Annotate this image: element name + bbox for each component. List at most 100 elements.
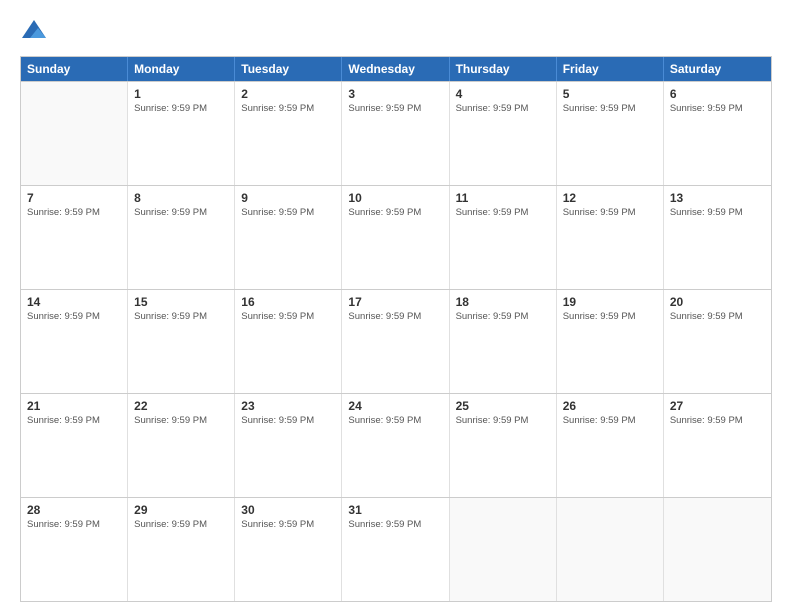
day-number: 16 <box>241 295 335 309</box>
calendar-header-row: SundayMondayTuesdayWednesdayThursdayFrid… <box>21 57 771 81</box>
day-number: 13 <box>670 191 765 205</box>
day-sunrise: Sunrise: 9:59 PM <box>456 207 550 218</box>
calendar-week-1: 1 Sunrise: 9:59 PM 2 Sunrise: 9:59 PM 3 Sunri… <box>21 81 771 185</box>
calendar-cell: 6Sunrise: 9:59 PM <box>664 82 771 185</box>
day-sunrise: Sunrise: 9:59 PM <box>670 415 765 426</box>
day-number: 7 <box>27 191 121 205</box>
calendar-cell: 11 Sunrise: 9:59 PM <box>450 186 557 289</box>
calendar-cell: 4 Sunrise: 9:59 PM <box>450 82 557 185</box>
calendar-cell: 14 Sunrise: 9:59 PM <box>21 290 128 393</box>
day-sunrise: Sunrise: 9:59 PM <box>670 103 765 114</box>
calendar-cell: 13 Sunrise: 9:59 PM <box>664 186 771 289</box>
calendar-cell: 22 Sunrise: 9:59 PM <box>128 394 235 497</box>
calendar-cell: 2 Sunrise: 9:59 PM <box>235 82 342 185</box>
calendar-header-cell: Friday <box>557 57 664 81</box>
calendar-cell: 8 Sunrise: 9:59 PM <box>128 186 235 289</box>
calendar-header-cell: Tuesday <box>235 57 342 81</box>
day-number: 8 <box>134 191 228 205</box>
day-number: 1 <box>134 87 228 101</box>
day-sunrise: Sunrise: 9:59 PM <box>134 103 228 114</box>
day-sunrise: Sunrise: 9:59 PM <box>27 311 121 322</box>
day-sunrise: Sunrise: 9:59 PM <box>241 519 335 530</box>
header <box>20 18 772 46</box>
calendar-cell: 30 Sunrise: 9:59 PM <box>235 498 342 601</box>
day-sunrise: Sunrise: 9:59 PM <box>134 207 228 218</box>
calendar-week-4: 21Sunrise: 9:59 PM22Sunrise: 9:59 PM23Su… <box>21 393 771 497</box>
day-number: 2 <box>241 87 335 101</box>
calendar-cell: 24 Sunrise: 9:59 PM <box>342 394 449 497</box>
day-sunrise: Sunrise: 9:59 PM <box>563 311 657 322</box>
calendar-header-cell: Monday <box>128 57 235 81</box>
day-sunrise: Sunrise: 9:59 PM <box>563 415 657 426</box>
day-number: 23 <box>241 399 335 413</box>
day-number: 20 <box>670 295 765 309</box>
day-number: 12 <box>563 191 657 205</box>
day-number: 31 <box>348 503 442 517</box>
calendar-cell <box>557 498 664 601</box>
day-number: 24 <box>348 399 442 413</box>
calendar-cell: 29Sunrise: 9:59 PM <box>128 498 235 601</box>
calendar-cell <box>450 498 557 601</box>
day-number: 17 <box>348 295 442 309</box>
calendar-cell: 10Sunrise: 9:59 PM <box>342 186 449 289</box>
day-sunrise: Sunrise: 9:59 PM <box>27 207 121 218</box>
day-number: 19 <box>563 295 657 309</box>
day-sunrise: Sunrise: 9:59 PM <box>563 103 657 114</box>
day-sunrise: Sunrise: 9:59 PM <box>134 519 228 530</box>
day-sunrise: Sunrise: 9:59 PM <box>670 207 765 218</box>
calendar-cell: 28 Sunrise: 9:59 PM <box>21 498 128 601</box>
day-sunrise: Sunrise: 9:59 PM <box>348 103 442 114</box>
page: SundayMondayTuesdayWednesdayThursdayFrid… <box>0 0 792 612</box>
calendar-header-cell: Thursday <box>450 57 557 81</box>
calendar-cell: 15Sunrise: 9:59 PM <box>128 290 235 393</box>
day-sunrise: Sunrise: 9:59 PM <box>348 311 442 322</box>
day-sunrise: Sunrise: 9:59 PM <box>456 415 550 426</box>
day-sunrise: Sunrise: 9:59 PM <box>134 311 228 322</box>
day-number: 21 <box>27 399 121 413</box>
calendar-cell: 7 Sunrise: 9:59 PM <box>21 186 128 289</box>
calendar: SundayMondayTuesdayWednesdayThursdayFrid… <box>20 56 772 602</box>
day-number: 30 <box>241 503 335 517</box>
calendar-cell: 12Sunrise: 9:59 PM <box>557 186 664 289</box>
calendar-cell: 17 Sunrise: 9:59 PM <box>342 290 449 393</box>
day-sunrise: Sunrise: 9:59 PM <box>241 103 335 114</box>
day-number: 4 <box>456 87 550 101</box>
day-sunrise: Sunrise: 9:59 PM <box>27 519 121 530</box>
calendar-cell: 16 Sunrise: 9:59 PM <box>235 290 342 393</box>
day-sunrise: Sunrise: 9:59 PM <box>456 103 550 114</box>
calendar-header-cell: Wednesday <box>342 57 449 81</box>
day-number: 3 <box>348 87 442 101</box>
calendar-cell: 31 Sunrise: 9:59 PM <box>342 498 449 601</box>
day-number: 28 <box>27 503 121 517</box>
calendar-cell <box>664 498 771 601</box>
day-sunrise: Sunrise: 9:59 PM <box>348 415 442 426</box>
day-sunrise: Sunrise: 9:59 PM <box>134 415 228 426</box>
calendar-cell: 9Sunrise: 9:59 PM <box>235 186 342 289</box>
calendar-cell: 3 Sunrise: 9:59 PM <box>342 82 449 185</box>
calendar-cell: 19 Sunrise: 9:59 PM <box>557 290 664 393</box>
calendar-week-2: 7Sunrise: 9:59 PM8Sunrise: 9:59 PM9Sunri… <box>21 185 771 289</box>
day-number: 27 <box>670 399 765 413</box>
calendar-cell: 23Sunrise: 9:59 PM <box>235 394 342 497</box>
calendar-week-5: 28Sunrise: 9:59 PM29Sunrise: 9:59 PM30Su… <box>21 497 771 601</box>
calendar-cell: 27 Sunrise: 9:59 PM <box>664 394 771 497</box>
calendar-cell: 20 Sunrise: 9:59 PM <box>664 290 771 393</box>
day-number: 9 <box>241 191 335 205</box>
calendar-cell <box>21 82 128 185</box>
day-sunrise: Sunrise: 9:59 PM <box>241 311 335 322</box>
day-number: 22 <box>134 399 228 413</box>
calendar-header-cell: Saturday <box>664 57 771 81</box>
calendar-cell: 5Sunrise: 9:59 PM <box>557 82 664 185</box>
calendar-header-cell: Sunday <box>21 57 128 81</box>
logo-icon <box>20 18 48 46</box>
calendar-cell: 26 Sunrise: 9:59 PM <box>557 394 664 497</box>
day-number: 26 <box>563 399 657 413</box>
day-sunrise: Sunrise: 9:59 PM <box>27 415 121 426</box>
day-number: 14 <box>27 295 121 309</box>
day-sunrise: Sunrise: 9:59 PM <box>670 311 765 322</box>
day-number: 11 <box>456 191 550 205</box>
day-sunrise: Sunrise: 9:59 PM <box>348 519 442 530</box>
logo <box>20 18 54 46</box>
day-number: 10 <box>348 191 442 205</box>
day-sunrise: Sunrise: 9:59 PM <box>456 311 550 322</box>
